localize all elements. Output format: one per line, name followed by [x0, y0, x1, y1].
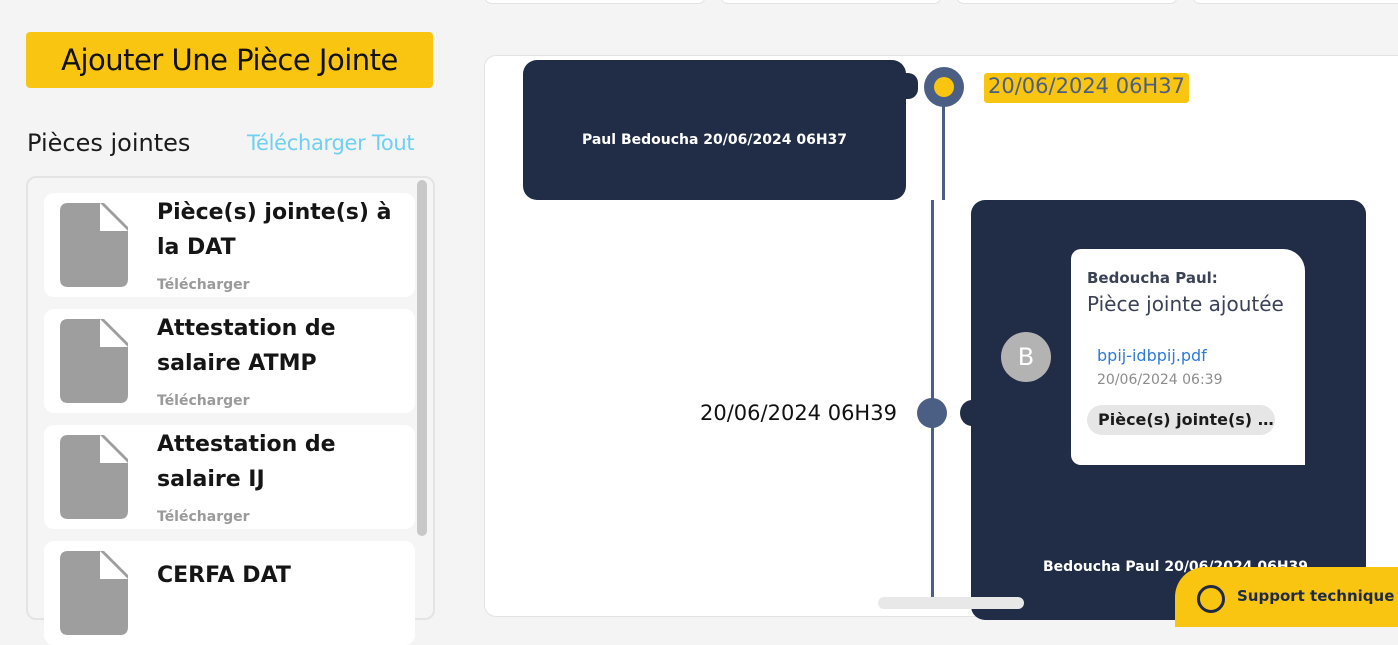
attachments-scrollbar[interactable] — [417, 180, 427, 536]
attachment-name: CERFA DAT — [157, 563, 291, 588]
event-date: 20/06/2024 06H37 — [984, 73, 1189, 103]
timeline-line — [942, 100, 945, 200]
attachment-download-link[interactable]: Télécharger — [157, 509, 250, 525]
support-button[interactable]: Support technique — [1175, 567, 1398, 627]
file-icon — [60, 551, 128, 635]
message-timestamp: 20/06/2024 06:39 — [1097, 372, 1223, 388]
top-tab-3[interactable] — [956, 0, 1178, 4]
attachment-item[interactable]: Attestation de salaire IJ Télécharger — [44, 425, 415, 529]
file-icon — [60, 319, 128, 403]
attachment-name: Pièce(s) jointe(s) à la DAT — [157, 200, 392, 260]
event-date: 20/06/2024 06H39 — [700, 401, 897, 425]
attachment-name: Attestation de salaire IJ — [157, 432, 336, 492]
attachments-title: Pièces jointes — [27, 129, 191, 157]
top-tab-4[interactable] — [1192, 0, 1398, 4]
attachment-item[interactable]: Attestation de salaire ATMP Télécharger — [44, 309, 415, 413]
timeline-dot — [917, 398, 947, 428]
event-caption: Paul Bedoucha 20/06/2024 06H37 — [581, 132, 848, 148]
event-connector — [898, 73, 918, 99]
attachment-category-chip[interactable]: Pièce(s) jointe(s) à la DAT — [1087, 405, 1275, 435]
support-label: Support technique — [1237, 587, 1395, 605]
download-all-link[interactable]: Télécharger Tout — [247, 131, 415, 155]
attachment-download-link[interactable]: Télécharger — [157, 277, 250, 293]
message-author: Bedoucha Paul: — [1087, 269, 1218, 287]
chat-bubble-icon — [1197, 585, 1225, 613]
top-tab-1[interactable] — [484, 0, 706, 4]
bottom-chip — [878, 597, 1024, 609]
message-bubble: Bedoucha Paul: Pièce jointe ajoutée bpij… — [1071, 249, 1305, 465]
attachment-item[interactable]: CERFA DAT — [44, 541, 415, 645]
timeline-dot-inner — [934, 77, 954, 97]
add-attachment-button[interactable]: Ajouter Une Pièce Jointe — [26, 32, 433, 88]
message-text: Pièce jointe ajoutée — [1087, 292, 1284, 316]
top-tab-2[interactable] — [720, 0, 942, 4]
file-link[interactable]: bpij-idbpij.pdf — [1097, 346, 1207, 365]
attachment-name: Attestation de salaire ATMP — [157, 316, 336, 376]
file-icon — [60, 435, 128, 519]
attachment-download-link[interactable]: Télécharger — [157, 393, 250, 409]
event-connector — [960, 400, 984, 426]
timeline-event-card: Paul Bedoucha 20/06/2024 06H37 — [523, 60, 906, 200]
avatar: B — [1001, 332, 1051, 382]
attachment-item[interactable]: Pièce(s) jointe(s) à la DAT Télécharger — [44, 193, 415, 297]
file-icon — [60, 203, 128, 287]
